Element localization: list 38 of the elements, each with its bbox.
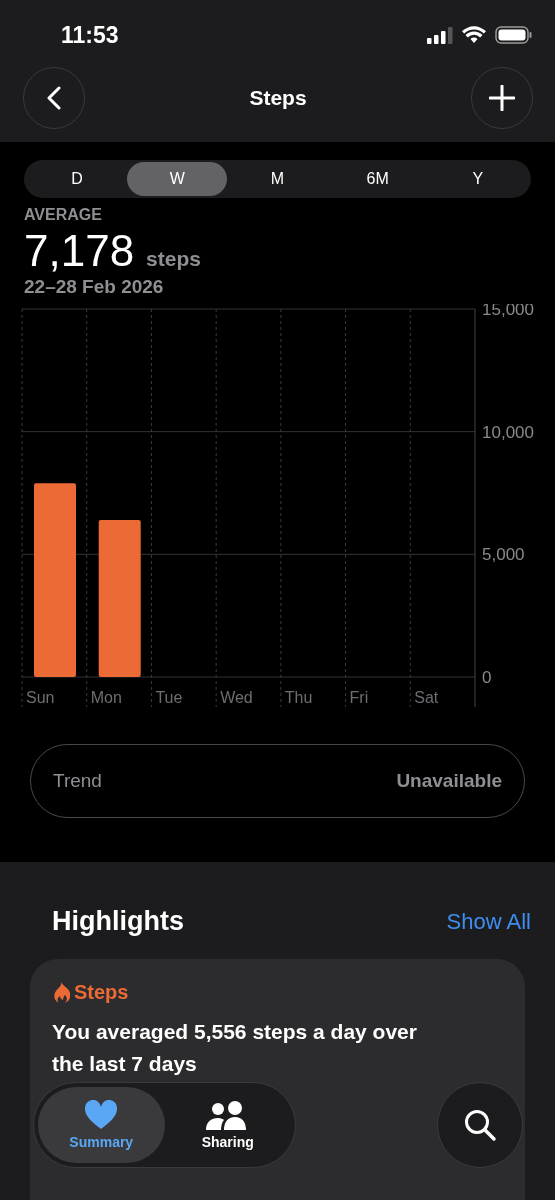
axis-label: Tue xyxy=(155,689,183,706)
tab-item[interactable]: Summary xyxy=(38,1087,165,1163)
axis-label: Wed xyxy=(220,689,253,706)
signal-icon xyxy=(427,26,453,44)
axis-label: Sun xyxy=(26,689,55,706)
unit-label: steps xyxy=(146,247,201,271)
axis-label: 15,000 xyxy=(482,304,534,319)
axis-label: 5,000 xyxy=(482,545,525,565)
heart-icon xyxy=(84,1100,119,1130)
search-icon xyxy=(463,1108,497,1142)
axis-label: Sat xyxy=(414,689,439,706)
average-value: 7,178 xyxy=(24,226,135,276)
status-time: 11:53 xyxy=(61,21,119,49)
section-title: Highlights xyxy=(52,906,184,937)
page-title: Steps xyxy=(249,86,307,110)
axis-label: 10,000 xyxy=(482,422,534,442)
flame-icon xyxy=(52,981,70,1004)
plus-icon xyxy=(489,85,515,111)
range-tab[interactable]: 6M xyxy=(327,162,428,196)
axis-label: 0 xyxy=(482,668,492,687)
range-tab[interactable]: D xyxy=(27,162,128,196)
date-range: 22–28 Feb 2026 xyxy=(24,276,165,298)
axis-label: Fri xyxy=(349,689,369,706)
wifi-icon xyxy=(462,26,486,44)
highlight-text: You averaged 5,556 steps a day over the last 7 days xyxy=(52,1019,418,1077)
range-tab[interactable]: W xyxy=(127,162,228,196)
card-title: Steps xyxy=(74,981,129,1004)
range-tab[interactable]: Y xyxy=(427,162,528,196)
battery-icon xyxy=(495,26,533,44)
axis-label: Mon xyxy=(90,689,122,706)
show-all-link[interactable]: Show All xyxy=(446,908,531,935)
tab-item[interactable]: Sharing xyxy=(164,1087,291,1163)
chevron-left-icon xyxy=(47,86,61,110)
trend-value: Unavailable xyxy=(396,770,502,792)
range-tab[interactable]: M xyxy=(227,162,328,196)
trend-label: Trend xyxy=(53,770,102,792)
average-label: AVERAGE xyxy=(24,206,103,224)
axis-label: Thu xyxy=(284,689,313,706)
